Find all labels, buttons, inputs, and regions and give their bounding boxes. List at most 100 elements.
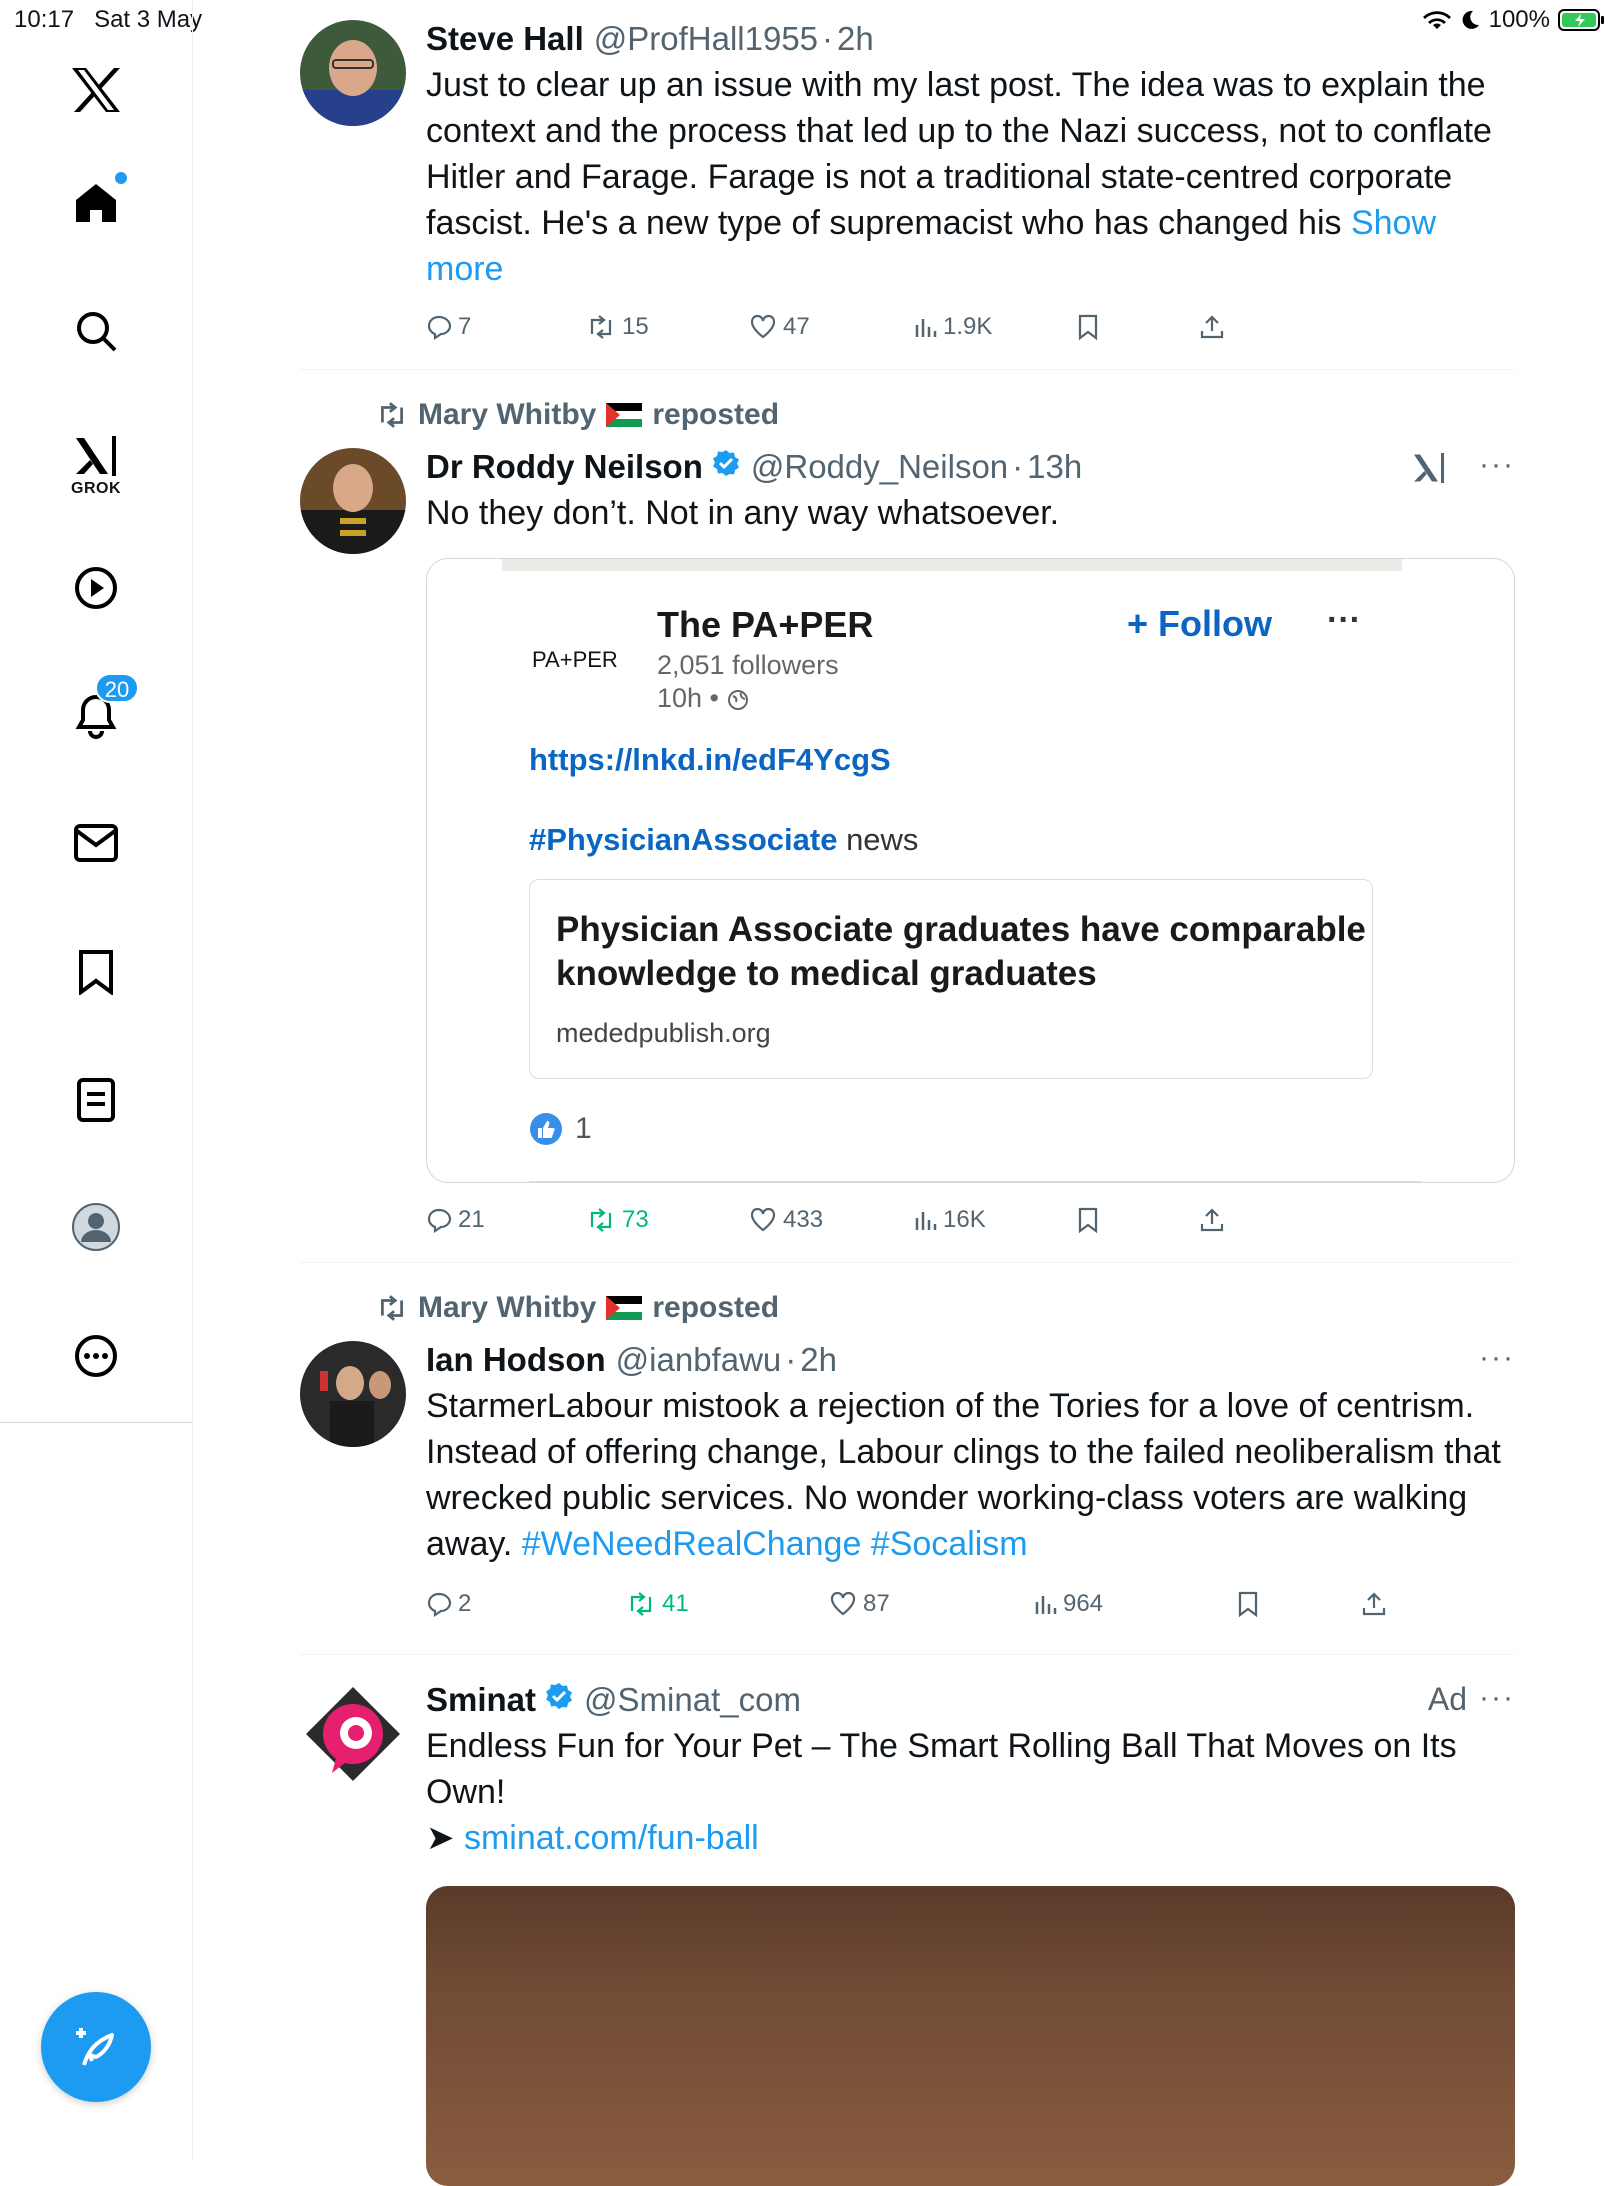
bookmarks-icon[interactable] [77,949,115,995]
home-notification-dot [115,172,127,184]
repost-button[interactable]: 73 [586,1206,649,1234]
lists-icon[interactable] [76,1077,116,1123]
hashtag-links[interactable]: #WeNeedRealChange #Socalism [522,1525,1028,1563]
compose-button[interactable] [41,1992,151,2102]
reply-icon [427,1208,452,1233]
sidebar-divider [0,1422,193,1423]
bookmark-icon [1078,1207,1098,1234]
reposted-label: reposted [652,1291,780,1324]
tweet-body: Dr Roddy Neilson @Roddy_Neilson · 13h No… [426,448,1515,536]
tweet-divider [300,1262,1515,1263]
card-top-bar [502,559,1402,571]
search-icon[interactable] [74,309,118,353]
share-icon [1200,315,1224,339]
author-name[interactable]: Steve Hall [426,20,584,58]
page-logo: PA+PER [532,647,618,672]
reposter-name: Mary Whitby [418,1291,597,1324]
repost-icon [590,1208,612,1232]
repost-icon [381,402,403,428]
verified-badge-icon [544,1681,574,1719]
repost-icon [590,315,612,339]
tweet-text: Just to clear up an issue with my last p… [426,66,1492,288]
tweet-time[interactable]: 2h [800,1341,837,1379]
share-icon [1362,1592,1386,1616]
tweet-divider [300,1654,1515,1655]
repost-context[interactable]: Mary Whitby reposted [376,398,779,432]
article-preview: Physician Associate graduates have compa… [529,879,1373,1079]
page-post-time: 10h • [657,683,749,714]
tweet-text: No they don’t. Not in any way whatsoever… [426,494,1060,532]
avatar[interactable] [300,20,406,126]
author-name[interactable]: Sminat [426,1681,536,1719]
video-icon[interactable] [73,565,119,611]
repost-button[interactable]: 41 [626,1590,689,1618]
grok-label: GROK [71,480,121,497]
ad-media-image[interactable] [426,1886,1515,2186]
profile-avatar-icon[interactable] [71,1202,121,1252]
views-button[interactable]: 964 [1033,1590,1103,1618]
author-handle[interactable]: @ProfHall1955 [594,20,818,58]
more-options-button[interactable]: ··· [1479,448,1515,482]
more-options-button[interactable]: ··· [1479,1681,1515,1715]
share-button[interactable] [1199,313,1225,341]
bookmark-button[interactable] [1237,1590,1259,1618]
heart-icon [830,1591,856,1616]
follow-button: + Follow [1127,603,1273,644]
repost-button[interactable]: 15 [586,313,649,341]
like-button[interactable]: 47 [749,313,810,341]
author-name[interactable]: Dr Roddy Neilson [426,448,703,486]
ad-label: Ad [1427,1681,1467,1717]
reply-button[interactable]: 21 [426,1206,485,1234]
tweet-time[interactable]: 13h [1027,448,1082,486]
views-button[interactable]: 1.9K [913,313,992,341]
avatar[interactable] [300,1341,406,1447]
tweet-body: Sminat @Sminat_com Endless Fun for Your … [426,1681,1515,1861]
grok-icon[interactable]: GROK [71,434,121,498]
reply-button[interactable]: 7 [426,313,471,341]
like-button[interactable]: 87 [829,1590,890,1618]
ad-link-line: ➤ sminat.com/fun-ball [426,1819,759,1857]
reposter-name: Mary Whitby [418,398,597,431]
card-bottom-line [529,1181,1422,1182]
ad-link[interactable]: sminat.com/fun-ball [464,1819,759,1857]
repost-context[interactable]: Mary Whitby reposted [376,1291,779,1325]
avatar[interactable] [300,1681,406,1787]
tweet-header: Ian Hodson @ianbfawu · 2h [426,1341,1515,1379]
bookmark-button[interactable] [1077,1206,1099,1234]
notifications-badge: 20 [95,673,139,703]
avatar[interactable] [300,448,406,554]
card-more-icon: ··· [1327,601,1361,639]
reply-icon [427,1592,452,1617]
x-logo-icon[interactable] [70,66,122,114]
share-button[interactable] [1361,1590,1387,1618]
tweet-body: Ian Hodson @ianbfawu · 2h StarmerLabour … [426,1341,1515,1567]
sidebar: GROK 20 [0,0,193,2160]
tweet-time[interactable]: 2h [837,20,874,58]
tweet-divider [300,369,1515,370]
separator: · [1012,448,1024,485]
author-handle[interactable]: @ianbfawu [616,1341,782,1379]
tweet-text: StarmerLabour mistook a rejection of the… [426,1387,1501,1563]
author-name[interactable]: Ian Hodson [426,1341,606,1379]
embedded-image-card[interactable]: PA+PER The PA+PER 2,051 followers 10h • … [426,558,1515,1183]
page-name: The PA+PER [657,604,874,645]
views-button[interactable]: 16K [913,1206,986,1234]
tweet-body: Steve Hall @ProfHall1955 · 2h Just to cl… [426,20,1515,292]
author-handle[interactable]: @Sminat_com [584,1681,801,1719]
share-button[interactable] [1199,1206,1225,1234]
heart-icon [750,314,776,339]
grok-explain-icon[interactable] [1411,450,1447,491]
tweet-header: Sminat @Sminat_com [426,1681,1515,1719]
more-options-icon[interactable] [73,1333,119,1379]
author-handle[interactable]: @Roddy_Neilson [751,448,1008,486]
page-followers: 2,051 followers [657,650,839,680]
reply-button[interactable]: 2 [426,1590,471,1618]
messages-icon[interactable] [73,823,119,863]
bookmark-button[interactable] [1077,313,1099,341]
like-button[interactable]: 433 [749,1206,823,1234]
more-options-button[interactable]: ··· [1479,1341,1515,1375]
reposted-label: reposted [652,398,780,431]
palestine-flag-icon [606,403,643,427]
notifications-icon[interactable]: 20 [73,673,139,739]
home-icon[interactable] [73,172,127,226]
